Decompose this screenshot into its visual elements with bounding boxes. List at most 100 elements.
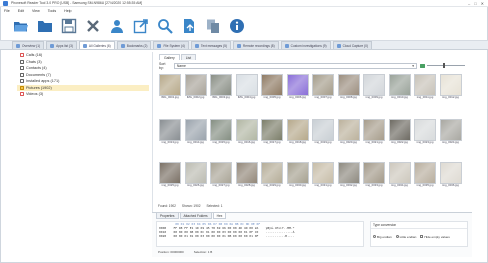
thumbnail-item[interactable]: IMG_0002.jpg [184, 74, 207, 104]
folder-button[interactable] [36, 17, 54, 35]
zoom-control [420, 63, 465, 68]
tab-file-system[interactable]: File System (4) [153, 41, 189, 49]
thumbnail-item[interactable]: IMG_0003.jpg [210, 74, 232, 104]
thumbnail-item[interactable]: img_0028.jpg [235, 162, 258, 192]
export-button[interactable] [132, 17, 150, 35]
menu-edit[interactable]: Edit [18, 9, 24, 13]
little-endian-radio[interactable]: Little endian [395, 235, 416, 239]
sidebar-item-videos[interactable]: Videos (3) [17, 91, 149, 98]
sidebar-item-label: Pictures (1902) [26, 85, 52, 90]
thumbnail-item[interactable]: img_0005.jpg [261, 74, 283, 104]
thumbnail-item[interactable]: img_0029.jpg [261, 162, 283, 192]
sort-bar: Sort by: Name ▾ [159, 62, 465, 70]
info-icon [230, 19, 244, 33]
tab-gallery[interactable]: Gallery [159, 54, 180, 60]
found-count: Found: 1902 [158, 204, 176, 208]
thumbnail-caption: IMG_0001.jpg [161, 96, 179, 99]
close-button[interactable]: ✕ [481, 1, 484, 6]
thumbnail-item[interactable]: img_0035.jpg [414, 162, 436, 192]
copy-button[interactable] [204, 17, 222, 35]
thumbnail-grid: IMG_0001.jpg IMG_0002.jpg IMG_0003.jpg IMG_… [159, 74, 467, 202]
position-label: Position: [158, 250, 170, 254]
thumbnail-item[interactable]: img_0021.jpg [363, 119, 385, 149]
tab-overview[interactable]: Overview (1) [12, 41, 45, 49]
thumbnail-item[interactable]: img_0006.jpg [286, 74, 309, 104]
search-icon [158, 19, 173, 34]
view-tabs: Gallery List [159, 54, 197, 60]
thumbnail-item[interactable]: img_0010.jpg [388, 74, 411, 104]
thumbnail-item[interactable]: img_0017.jpg [261, 119, 283, 149]
tab-attached-folders[interactable]: Attached Folders [179, 213, 212, 219]
thumbnail-item[interactable]: img_0008.jpg [337, 74, 360, 104]
thumbnail-item[interactable]: img_0007.jpg [312, 74, 334, 104]
thumbnail-item[interactable]: img_0019.jpg [312, 119, 334, 149]
thumbnail-item[interactable]: img_0022.jpg [388, 119, 411, 149]
users-button[interactable] [108, 17, 126, 35]
thumbnail-caption: img_0031.jpg [314, 184, 332, 187]
thumbnail-item[interactable]: img_0011.jpg [414, 74, 436, 104]
thumbnail-caption: img_0032.jpg [340, 184, 357, 187]
info-button[interactable] [228, 17, 246, 35]
thumbnail-item[interactable]: img_0027.jpg [210, 162, 232, 192]
search-button[interactable] [156, 17, 174, 35]
tab-remote-recordings[interactable]: Remote recordings (8) [232, 41, 279, 49]
thumbnail-item[interactable]: img_0014.jpg [184, 119, 207, 149]
thumbnail-item[interactable]: img_0018.jpg [286, 119, 309, 149]
thumbnail-item[interactable]: img_0009.jpg [363, 74, 385, 104]
tab-bookmarks[interactable]: Bookmarks (2) [116, 41, 152, 49]
thumbnail-image [159, 162, 181, 184]
zoom-slider-handle[interactable] [443, 63, 445, 68]
zoom-slider[interactable] [427, 63, 465, 68]
tab-all-galleries[interactable]: All Galleries (6) [78, 41, 115, 49]
tab-text-messages[interactable]: Text messages (5) [190, 41, 231, 49]
thumbnail-item[interactable]: img_0036.jpg [439, 162, 462, 192]
big-endian-radio[interactable]: Big endian [373, 235, 392, 239]
thumbnail-image [337, 74, 360, 96]
thumbnail-item[interactable]: img_0013.jpg [159, 119, 181, 149]
thumbnail-item[interactable]: img_0024.jpg [439, 119, 462, 149]
apps-icon [50, 43, 55, 48]
save-button[interactable] [60, 17, 78, 35]
thumbnail-item[interactable]: IMG_0004.jpg [235, 74, 258, 104]
thumbnail-item[interactable]: img_0034.jpg [388, 162, 411, 192]
thumbnail-item[interactable]: img_0025.jpg [159, 162, 181, 192]
upload-button[interactable] [180, 17, 198, 35]
thumbnail-item[interactable]: img_0016.jpg [235, 119, 258, 149]
thumbnail-item[interactable]: img_0015.jpg [210, 119, 232, 149]
delete-button[interactable] [84, 17, 102, 35]
menu-help[interactable]: Help [64, 9, 71, 13]
thumbnail-item[interactable]: img_0031.jpg [312, 162, 334, 192]
minimize-button[interactable]: – [468, 1, 470, 6]
thumbnail-caption: img_0008.jpg [340, 96, 357, 99]
tab-label: Text messages (5) [200, 43, 227, 48]
save-icon [61, 18, 77, 34]
thumbnail-item[interactable]: img_0033.jpg [363, 162, 385, 192]
hex-viewer[interactable]: 00 01 02 03 04 05 06 07 08 09 0A 0B 0C 0… [156, 221, 364, 247]
thumbnail-item[interactable]: IMG_0001.jpg [159, 74, 181, 104]
tab-hex[interactable]: Hex [212, 213, 227, 219]
tab-cloud-capture[interactable]: Cloud Capture (0) [332, 41, 372, 49]
thumbnail-image [210, 119, 232, 141]
maximize-button[interactable]: □ [474, 1, 476, 6]
sort-value: Name [176, 63, 186, 68]
menu-tools[interactable]: Tools [48, 9, 56, 13]
thumbnail-item[interactable]: img_0026.jpg [184, 162, 207, 192]
tab-list[interactable]: List [180, 54, 197, 60]
recording-icon [236, 43, 241, 48]
menu-file[interactable]: File [4, 9, 10, 13]
open-folder-button[interactable] [12, 17, 30, 35]
tab-custom-investigations[interactable]: Custom investigations (9) [280, 41, 331, 49]
thumbnail-item[interactable]: img_0023.jpg [414, 119, 436, 149]
tab-apps-list[interactable]: Apps list (3) [46, 41, 77, 49]
thumbnail-item[interactable]: img_0032.jpg [337, 162, 360, 192]
thumbnail-caption: img_0018.jpg [289, 141, 306, 144]
thumbnail-image [159, 119, 181, 141]
sort-select[interactable]: Name ▾ [173, 62, 417, 69]
menu-view[interactable]: View [32, 9, 40, 13]
thumbnail-image [286, 74, 309, 96]
thumbnail-item[interactable]: img_0020.jpg [337, 119, 360, 149]
thumbnail-item[interactable]: img_0012.jpg [439, 74, 462, 104]
thumbnail-item[interactable]: img_0030.jpg [286, 162, 309, 192]
tab-properties[interactable]: Properties [156, 213, 179, 219]
hide-empty-checkbox[interactable]: Hide empty values [420, 235, 450, 239]
